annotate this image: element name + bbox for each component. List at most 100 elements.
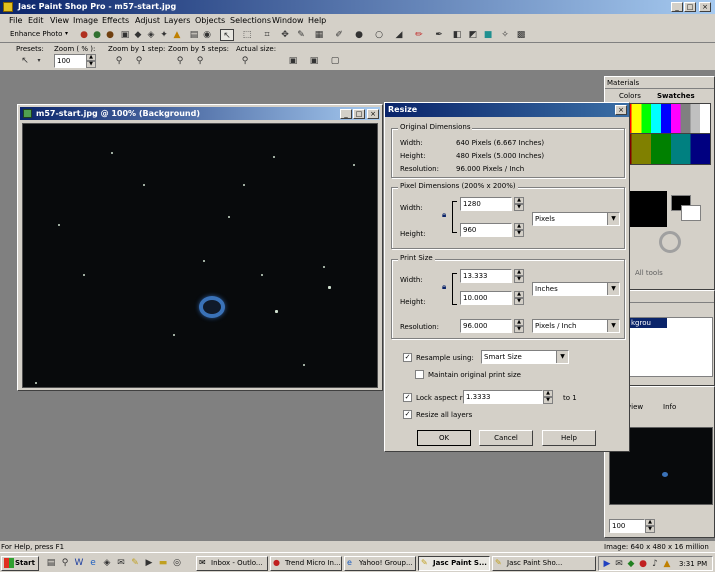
lock-aspect-checkbox[interactable]: ✓ xyxy=(403,393,412,402)
shape-tool-icon[interactable]: ○ xyxy=(372,29,386,41)
menu-adjust[interactable]: Adjust xyxy=(135,14,160,28)
layer-item[interactable]: kgrou xyxy=(629,318,667,328)
saturation-icon[interactable]: ▲ xyxy=(170,29,184,41)
image-minimize-button[interactable]: _ xyxy=(340,109,352,119)
quicklaunch-folder-icon[interactable]: ▬ xyxy=(156,557,170,569)
maintain-print-size-checkbox[interactable] xyxy=(415,370,424,379)
photo-fix-icon[interactable]: ▤ xyxy=(187,29,201,41)
pixel-height-spinner[interactable]: ▲ ▼ xyxy=(514,223,524,237)
quicklaunch-search-icon[interactable]: ⚲ xyxy=(58,557,72,569)
airbrush-icon[interactable]: ✒ xyxy=(432,29,446,41)
ok-button[interactable]: OK xyxy=(417,430,471,446)
materials-tab-colors[interactable]: Colors xyxy=(619,92,641,100)
zoom-in-5-icon[interactable]: ⚲ xyxy=(173,55,187,67)
zoom-spinner[interactable]: ▲ ▼ xyxy=(86,54,96,68)
picture-tube-icon[interactable]: ✧ xyxy=(498,29,512,41)
close-button[interactable]: × xyxy=(699,2,711,12)
quicklaunch-network-icon[interactable]: ◎ xyxy=(170,557,184,569)
pixel-unit-arrow-icon[interactable]: ▼ xyxy=(607,213,619,225)
zoom-out-5-icon[interactable]: ⚲ xyxy=(193,55,207,67)
print-height-spinner[interactable]: ▲ ▼ xyxy=(514,291,524,305)
help-button[interactable]: Help xyxy=(542,430,596,446)
menu-layers[interactable]: Layers xyxy=(164,14,190,28)
fit-screen-icon[interactable]: ▢ xyxy=(328,55,342,67)
sharpen-icon[interactable]: ◆ xyxy=(131,29,145,41)
pointer-tool-icon[interactable]: ↖ xyxy=(220,29,234,41)
pixel-unit-select[interactable]: Pixels ▼ xyxy=(532,212,620,226)
eraser-icon[interactable]: ◧ xyxy=(450,29,464,41)
lighten-icon[interactable]: ● xyxy=(352,29,366,41)
overview-zoom-spinner[interactable]: ▲ ▼ xyxy=(645,519,655,533)
quicklaunch-ie-icon[interactable]: e xyxy=(86,557,100,569)
quicklaunch-app-icon[interactable]: ◈ xyxy=(100,557,114,569)
quicklaunch-outlook-icon[interactable]: ✉ xyxy=(114,557,128,569)
resize-all-layers-checkbox[interactable]: ✓ xyxy=(403,410,412,419)
flood-fill-icon[interactable]: ◩ xyxy=(466,29,480,41)
print-height-input[interactable]: 10.000 xyxy=(460,291,512,305)
scratch-icon[interactable]: ◉ xyxy=(200,29,214,41)
noise-icon[interactable]: ◈ xyxy=(144,29,158,41)
pixel-width-spinner[interactable]: ▲ ▼ xyxy=(514,197,524,211)
image-close-button[interactable]: × xyxy=(367,109,379,119)
taskbar-item-yahoo[interactable]: e Yahoo! Group... xyxy=(344,556,416,571)
quicklaunch-media-icon[interactable]: ▶ xyxy=(142,557,156,569)
fade-icon[interactable]: ▣ xyxy=(118,29,132,41)
crop-tool-icon[interactable]: ⌗ xyxy=(260,29,274,41)
quicklaunch-desktop-icon[interactable]: ▤ xyxy=(44,557,58,569)
start-button[interactable]: Start xyxy=(1,556,39,571)
zoom-out-1-icon[interactable]: ⚲ xyxy=(132,55,146,67)
maximize-button[interactable]: □ xyxy=(684,2,696,12)
menu-edit[interactable]: Edit xyxy=(28,14,44,28)
color-replace-icon[interactable]: ■ xyxy=(481,29,495,41)
overview-zoom-input[interactable]: 100 xyxy=(609,519,645,533)
taskbar-item-trend-micro[interactable]: ● Trend Micro In... xyxy=(270,556,342,571)
presets-dropdown-icon[interactable]: ▾ xyxy=(32,55,46,67)
menu-image[interactable]: Image xyxy=(73,14,98,28)
move-tool-icon[interactable]: ✥ xyxy=(278,29,292,41)
resolution-unit-select[interactable]: Pixels / Inch ▼ xyxy=(532,319,620,333)
menu-help[interactable]: Help xyxy=(308,14,326,28)
fit-image-icon[interactable]: ▣ xyxy=(307,55,321,67)
aspect-ratio-input[interactable]: 1.3333 xyxy=(463,390,543,404)
paint-brush-icon[interactable]: ✐ xyxy=(332,29,346,41)
resample-arrow-icon[interactable]: ▼ xyxy=(556,351,568,363)
red-eye-icon[interactable]: ● xyxy=(90,29,104,41)
pen-tool-icon[interactable]: ✏ xyxy=(412,29,426,41)
print-unit-arrow-icon[interactable]: ▼ xyxy=(607,283,619,295)
taskbar-item-psp-active[interactable]: ✎ Jasc Paint S... xyxy=(418,556,490,571)
minimize-button[interactable]: _ xyxy=(671,2,683,12)
image-maximize-button[interactable]: □ xyxy=(353,109,365,119)
clarify-icon[interactable]: ✦ xyxy=(157,29,171,41)
presets-arrow-icon[interactable]: ↖ xyxy=(18,55,32,67)
materials-tab-swatches[interactable]: Swatches xyxy=(657,92,695,100)
overview-tab-info[interactable]: Info xyxy=(663,403,676,411)
selection-tool-icon[interactable]: ⬚ xyxy=(240,29,254,41)
tray-update-icon[interactable]: ▲ xyxy=(660,558,674,570)
print-resolution-input[interactable]: 96.000 xyxy=(460,319,512,333)
menu-effects[interactable]: Effects xyxy=(102,14,129,28)
taskbar-item-psp[interactable]: ✎ Jasc Paint Sho... xyxy=(492,556,596,571)
menu-objects[interactable]: Objects xyxy=(195,14,225,28)
image-canvas[interactable] xyxy=(22,123,378,388)
warp-icon[interactable]: ▩ xyxy=(514,29,528,41)
resample-checkbox[interactable]: ✓ xyxy=(403,353,412,362)
taskbar-item-outlook[interactable]: ✉ Inbox - Outlo... xyxy=(196,556,268,571)
cancel-button[interactable]: Cancel xyxy=(479,430,533,446)
menu-file[interactable]: File xyxy=(9,14,22,28)
quicklaunch-word-icon[interactable]: W xyxy=(72,557,86,569)
contrast-icon[interactable]: ● xyxy=(103,29,117,41)
resample-select[interactable]: Smart Size ▼ xyxy=(481,350,569,364)
menu-selections[interactable]: Selections xyxy=(230,14,271,28)
dropper-tool-icon[interactable]: ✎ xyxy=(294,29,308,41)
print-width-input[interactable]: 13.333 xyxy=(460,269,512,283)
resolution-unit-arrow-icon[interactable]: ▼ xyxy=(607,320,619,332)
background-color[interactable] xyxy=(681,205,701,221)
enhance-photo-arrow-icon[interactable]: ▾ xyxy=(65,30,68,37)
menu-view[interactable]: View xyxy=(50,14,69,28)
menu-window[interactable]: Window xyxy=(272,14,304,28)
quicklaunch-psp-icon[interactable]: ✎ xyxy=(128,557,142,569)
print-unit-select[interactable]: Inches ▼ xyxy=(532,282,620,296)
zoom-input[interactable]: 100 xyxy=(54,54,86,68)
resize-close-button[interactable]: × xyxy=(615,105,627,115)
clone-tool-icon[interactable]: ▦ xyxy=(312,29,326,41)
